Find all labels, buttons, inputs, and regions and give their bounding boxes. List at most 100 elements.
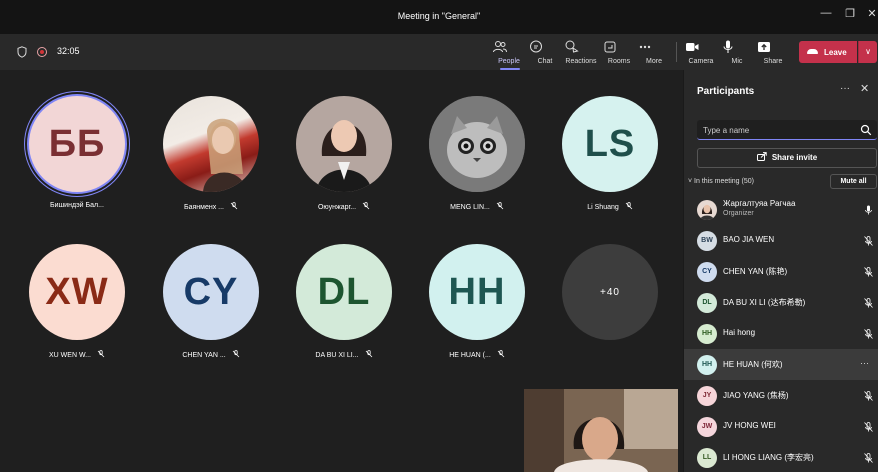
people-button[interactable]: People xyxy=(492,36,526,68)
tile-name-text: MENG LIN... xyxy=(450,204,490,211)
tile-name-text: CHEN YAN ... xyxy=(182,352,226,359)
in-meeting-section-toggle[interactable]: ˅ In this meeting (50) xyxy=(688,178,754,185)
mic-off-icon xyxy=(864,267,873,277)
participant-tile[interactable]: MENG LIN... xyxy=(412,96,542,211)
more-participants-tile[interactable]: +40 xyxy=(545,244,675,340)
self-video-preview[interactable] xyxy=(524,389,678,472)
tile-name: MENG LIN... xyxy=(412,202,542,211)
participant-role: Organizer xyxy=(723,210,754,217)
participant-tile[interactable]: LS Li Shuang xyxy=(545,96,675,211)
rooms-icon xyxy=(604,41,616,53)
leave-options-button[interactable]: ∨ xyxy=(858,41,877,63)
participant-name: LI HONG LIANG (李宏亮) xyxy=(723,453,814,462)
toolbar-divider xyxy=(676,42,677,62)
participant-row[interactable]: HH HE HUAN (何欢) ··· xyxy=(684,349,878,380)
participant-more-button[interactable]: ··· xyxy=(860,358,869,368)
close-window-button[interactable]: ✕ xyxy=(862,7,878,25)
participant-row[interactable]: JY JIAO YANG (焦杨) xyxy=(684,380,878,411)
participant-row[interactable]: JW JV HONG WEI xyxy=(684,411,878,442)
avatar-photo xyxy=(697,200,717,220)
mic-button[interactable]: Mic xyxy=(720,36,754,68)
minimize-button[interactable]: — xyxy=(816,7,836,25)
share-invite-button[interactable]: Share invite xyxy=(697,148,877,168)
more-icon xyxy=(639,45,651,49)
tile-name: DA BU XI LI... xyxy=(279,350,409,359)
title-bar: Meeting in "General" — ❐ ✕ xyxy=(0,0,878,34)
mic-off-icon xyxy=(864,236,873,246)
more-button[interactable]: More xyxy=(637,36,671,68)
hang-up-icon xyxy=(807,49,818,54)
avatar: XW xyxy=(29,244,125,340)
reactions-button[interactable]: Reactions xyxy=(564,36,598,68)
participant-row[interactable]: CY CHEN YAN (陈艳) xyxy=(684,256,878,287)
participant-tile[interactable]: ББ Бишиндэй Бал... xyxy=(12,96,142,209)
participant-tile[interactable]: CY CHEN YAN ... xyxy=(146,244,276,359)
meeting-timer: 32:05 xyxy=(57,46,80,56)
participant-tile[interactable]: HH HE HUAN (... xyxy=(412,244,542,359)
avatar-photo xyxy=(429,96,525,192)
mic-off-icon xyxy=(864,453,873,463)
participant-name: CHEN YAN (陈艳) xyxy=(723,267,788,276)
chat-button[interactable]: Chat xyxy=(528,36,562,68)
maximize-button[interactable]: ❐ xyxy=(840,7,860,25)
camera-button[interactable]: Camera xyxy=(684,36,718,68)
panel-more-button[interactable]: ··· xyxy=(840,83,850,94)
mic-off-icon xyxy=(97,350,105,358)
panel-close-button[interactable]: ✕ xyxy=(860,82,869,95)
participant-tile[interactable]: XW XU WEN W... xyxy=(12,244,142,359)
participant-name: JV HONG WEI xyxy=(723,421,776,430)
avatar: ББ xyxy=(29,96,125,192)
teams-meeting-window: Meeting in "General" — ❐ ✕ 32:05 People … xyxy=(0,0,878,472)
tile-name: XU WEN W... xyxy=(12,350,142,359)
participant-tile[interactable]: DL DA BU XI LI... xyxy=(279,244,409,359)
panel-title: Participants xyxy=(697,86,755,97)
tile-name-text: HE HUAN (... xyxy=(449,352,491,359)
rooms-button[interactable]: Rooms xyxy=(602,36,636,68)
share-label: Share xyxy=(763,58,783,65)
self-video-frame xyxy=(524,389,678,472)
search-icon[interactable] xyxy=(860,124,872,136)
mic-label: Mic xyxy=(731,58,743,65)
avatar: DL xyxy=(697,293,717,313)
reactions-label: Reactions xyxy=(565,58,597,65)
avatar: BW xyxy=(697,231,717,251)
tile-name: HE HUAN (... xyxy=(412,350,542,359)
mute-all-button[interactable]: Mute all xyxy=(830,174,877,189)
participant-name: HE HUAN (何欢) xyxy=(723,360,783,369)
share-button[interactable]: Share xyxy=(756,36,790,68)
tile-name-text: Оюунжарг... xyxy=(317,204,357,211)
participant-tile[interactable]: Оюунжарг... xyxy=(279,96,409,211)
person-photo-icon xyxy=(316,120,372,192)
tile-name: Оюунжарг... xyxy=(279,202,409,211)
tile-name-text: XU WEN W... xyxy=(49,352,91,359)
avatar: CY xyxy=(163,244,259,340)
participant-row[interactable]: HH Hai hong xyxy=(684,318,878,349)
participant-row[interactable]: BW BAO JIA WEN xyxy=(684,225,878,256)
mic-off-icon xyxy=(230,202,238,210)
participant-name: DA BU XI LI (达布希勒) xyxy=(723,298,806,307)
in-meeting-count: In this meeting (50) xyxy=(694,178,754,185)
tile-name: Li Shuang xyxy=(545,202,675,211)
avatar: LL xyxy=(697,448,717,468)
mic-off-icon xyxy=(232,350,239,358)
share-invite-icon xyxy=(756,152,767,161)
search-input[interactable] xyxy=(703,123,843,137)
tile-name: Баянменх ... xyxy=(146,202,276,211)
mic-off-icon xyxy=(864,422,873,432)
leave-button[interactable]: Leave xyxy=(799,41,857,63)
participants-panel: Participants ··· ✕ Share invite ˅ In thi… xyxy=(683,70,878,472)
participant-name: BAO JIA WEN xyxy=(723,235,775,244)
participant-name: Hai hong xyxy=(723,328,756,337)
people-icon xyxy=(493,41,507,53)
tile-name-text: DA BU XI LI... xyxy=(315,352,359,359)
participant-tile[interactable]: Баянменх ... xyxy=(146,96,276,211)
avatar-photo xyxy=(296,96,392,192)
people-label: People xyxy=(498,58,520,65)
participant-search[interactable] xyxy=(697,120,877,140)
camera-label: Camera xyxy=(688,58,714,65)
participant-row[interactable]: LL LI HONG LIANG (李宏亮) xyxy=(684,442,878,472)
participant-row[interactable]: Жаргалтуяа Рагчаа Organizer xyxy=(684,194,878,225)
shield-icon xyxy=(17,46,27,58)
participant-row[interactable]: DL DA BU XI LI (达布希勒) xyxy=(684,287,878,318)
person-photo-icon xyxy=(700,204,714,220)
